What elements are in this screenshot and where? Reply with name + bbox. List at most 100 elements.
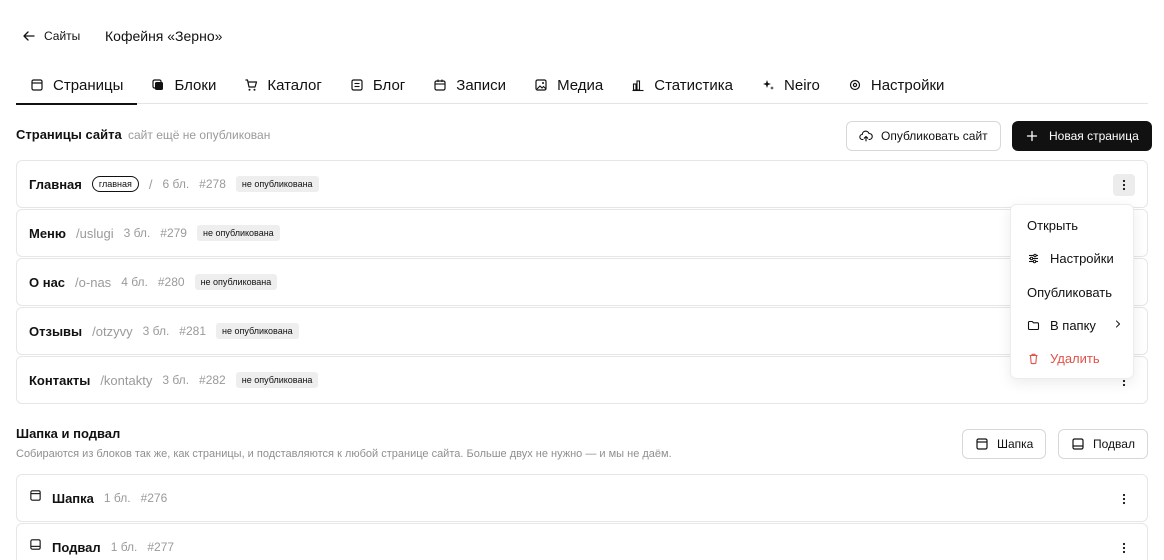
row-menu-button[interactable]	[1113, 174, 1135, 196]
page-icon	[29, 489, 42, 507]
page-row[interactable]: Главная главная / 6 бл. #278 не опублико…	[16, 160, 1148, 208]
page-id: #278	[199, 177, 226, 191]
row-menu-button[interactable]	[1113, 488, 1135, 510]
menu-item-publish[interactable]: Опубликовать	[1011, 278, 1135, 306]
add-header-button[interactable]: Шапка	[962, 429, 1047, 459]
page-id: #282	[199, 373, 226, 387]
footer-icon	[29, 538, 42, 556]
page-row[interactable]: О нас /o-nas 4 бл. #280 не опубликована	[16, 258, 1148, 306]
tab-pages[interactable]: Страницы	[16, 66, 138, 105]
tab-neiro[interactable]: Neiro	[747, 66, 834, 104]
blocks-icon	[152, 79, 164, 90]
top-bar: Сайты Кофейня «Зерно»	[0, 0, 1164, 70]
publish-site-label: Опубликовать сайт	[881, 129, 988, 143]
section-title: Страницы сайта	[16, 127, 122, 142]
trash-icon	[1029, 353, 1038, 364]
more-vertical-icon	[1122, 493, 1126, 505]
article-icon	[351, 79, 363, 91]
gear-icon	[849, 79, 860, 91]
page-name: Главная	[29, 176, 82, 192]
home-pill: главная	[91, 176, 139, 192]
page-id: #279	[160, 226, 187, 240]
page-row[interactable]: Контакты /kontakty 3 бл. #282 не опублик…	[16, 356, 1148, 404]
cart-icon	[245, 79, 258, 91]
back-link-label: Сайты	[44, 29, 81, 43]
menu-item-delete[interactable]: Удалить	[1011, 344, 1135, 372]
tab-statistics[interactable]: Статистика	[617, 66, 747, 104]
pages-section-header: Страницы сайта сайт ещё не опубликован О…	[16, 120, 1152, 151]
tab-catalog[interactable]: Каталог	[230, 66, 336, 104]
section-title: Шапка и подвал	[16, 426, 121, 441]
tab-blocks[interactable]: Блоки	[137, 66, 230, 104]
new-page-label: Новая страница	[1049, 129, 1139, 143]
add-footer-label: Подвал	[1093, 437, 1135, 451]
page-blocks-count: 3 бл.	[142, 324, 170, 338]
page-name: Меню	[29, 225, 67, 241]
item-blocks-count: 1 бл.	[103, 491, 131, 505]
item-name: Шапка	[52, 490, 94, 506]
page-slug: /uslugi	[76, 225, 114, 241]
tab-label: Медиа	[557, 76, 604, 94]
section-subtitle: сайт ещё не опубликован	[128, 128, 271, 142]
row-context-menu: Открыть Настройки Опубликовать В папку У…	[1010, 204, 1134, 379]
folder-icon	[1027, 320, 1040, 330]
back-link[interactable]: Сайты	[22, 27, 80, 45]
page-name: Отзывы	[29, 323, 83, 339]
tab-label: Страницы	[53, 76, 124, 94]
image-icon	[535, 79, 547, 91]
page-blocks-count: 3 бл.	[162, 373, 190, 387]
row-menu-button[interactable]	[1113, 537, 1135, 559]
footer-row[interactable]: Подвал 1 бл. #277	[16, 523, 1148, 560]
tab-label: Каталог	[267, 76, 322, 94]
header-row[interactable]: Шапка 1 бл. #276	[16, 474, 1148, 522]
tab-blog[interactable]: Блог	[336, 66, 419, 104]
menu-item-settings[interactable]: Настройки	[1011, 244, 1135, 272]
page-id: #281	[179, 324, 206, 338]
menu-item-move-to-folder[interactable]: В папку	[1011, 311, 1135, 339]
page-slug: /otzyvy	[92, 323, 133, 339]
page-row[interactable]: Отзывы /otzyvy 3 бл. #281 не опубликован…	[16, 307, 1148, 355]
add-header-label: Шапка	[997, 437, 1034, 451]
page-slug: /kontakty	[100, 372, 153, 388]
tab-settings[interactable]: Настройки	[834, 66, 959, 104]
more-vertical-icon	[1122, 179, 1126, 191]
page-blocks-count: 3 бл.	[123, 226, 151, 240]
tab-records[interactable]: Записи	[419, 66, 520, 104]
sparkle-icon	[763, 80, 775, 90]
tab-label: Блоки	[174, 76, 217, 94]
cloud-upload-icon	[859, 130, 873, 142]
new-page-button[interactable]: Новая страница	[1012, 121, 1152, 151]
arrow-left-icon	[23, 31, 35, 41]
publish-site-button[interactable]: Опубликовать сайт	[846, 121, 1001, 151]
menu-item-label: Открыть	[1027, 217, 1079, 233]
page-slug: /	[148, 176, 153, 192]
page-row[interactable]: Меню /uslugi 3 бл. #279 не опубликована	[16, 209, 1148, 257]
status-badge: не опубликована	[196, 225, 280, 241]
tab-label: Настройки	[870, 76, 945, 94]
menu-item-open[interactable]: Открыть	[1011, 211, 1135, 239]
menu-item-label: Настройки	[1050, 250, 1114, 266]
site-name: Кофейня «Зерно»	[105, 28, 223, 44]
section-subtitle: Собираются из блоков так же, как страниц…	[16, 448, 672, 460]
tab-media[interactable]: Медиа	[520, 66, 617, 104]
page-icon	[31, 79, 43, 91]
status-badge: не опубликована	[235, 176, 319, 192]
page-name: Контакты	[29, 372, 91, 388]
tab-label: Записи	[456, 76, 507, 94]
chart-icon	[632, 80, 644, 92]
tab-label: Блог	[372, 76, 406, 94]
item-id: #277	[147, 540, 175, 554]
more-vertical-icon	[1122, 542, 1126, 554]
item-id: #276	[140, 491, 168, 505]
plus-icon	[1026, 130, 1038, 142]
item-name: Подвал	[52, 539, 101, 555]
sliders-icon	[1029, 253, 1038, 263]
page-blocks-count: 6 бл.	[162, 177, 190, 191]
page-icon	[976, 438, 988, 450]
header-footer-section-header: Шапка и подвал Собираются из блоков так …	[16, 420, 1148, 466]
menu-item-label: Опубликовать	[1027, 284, 1113, 300]
add-footer-button[interactable]: Подвал	[1058, 429, 1148, 459]
footer-icon	[1072, 438, 1084, 450]
status-badge: не опубликована	[216, 323, 299, 339]
tab-bar: Страницы Блоки Каталог Блог Записи Медиа…	[16, 66, 1148, 105]
